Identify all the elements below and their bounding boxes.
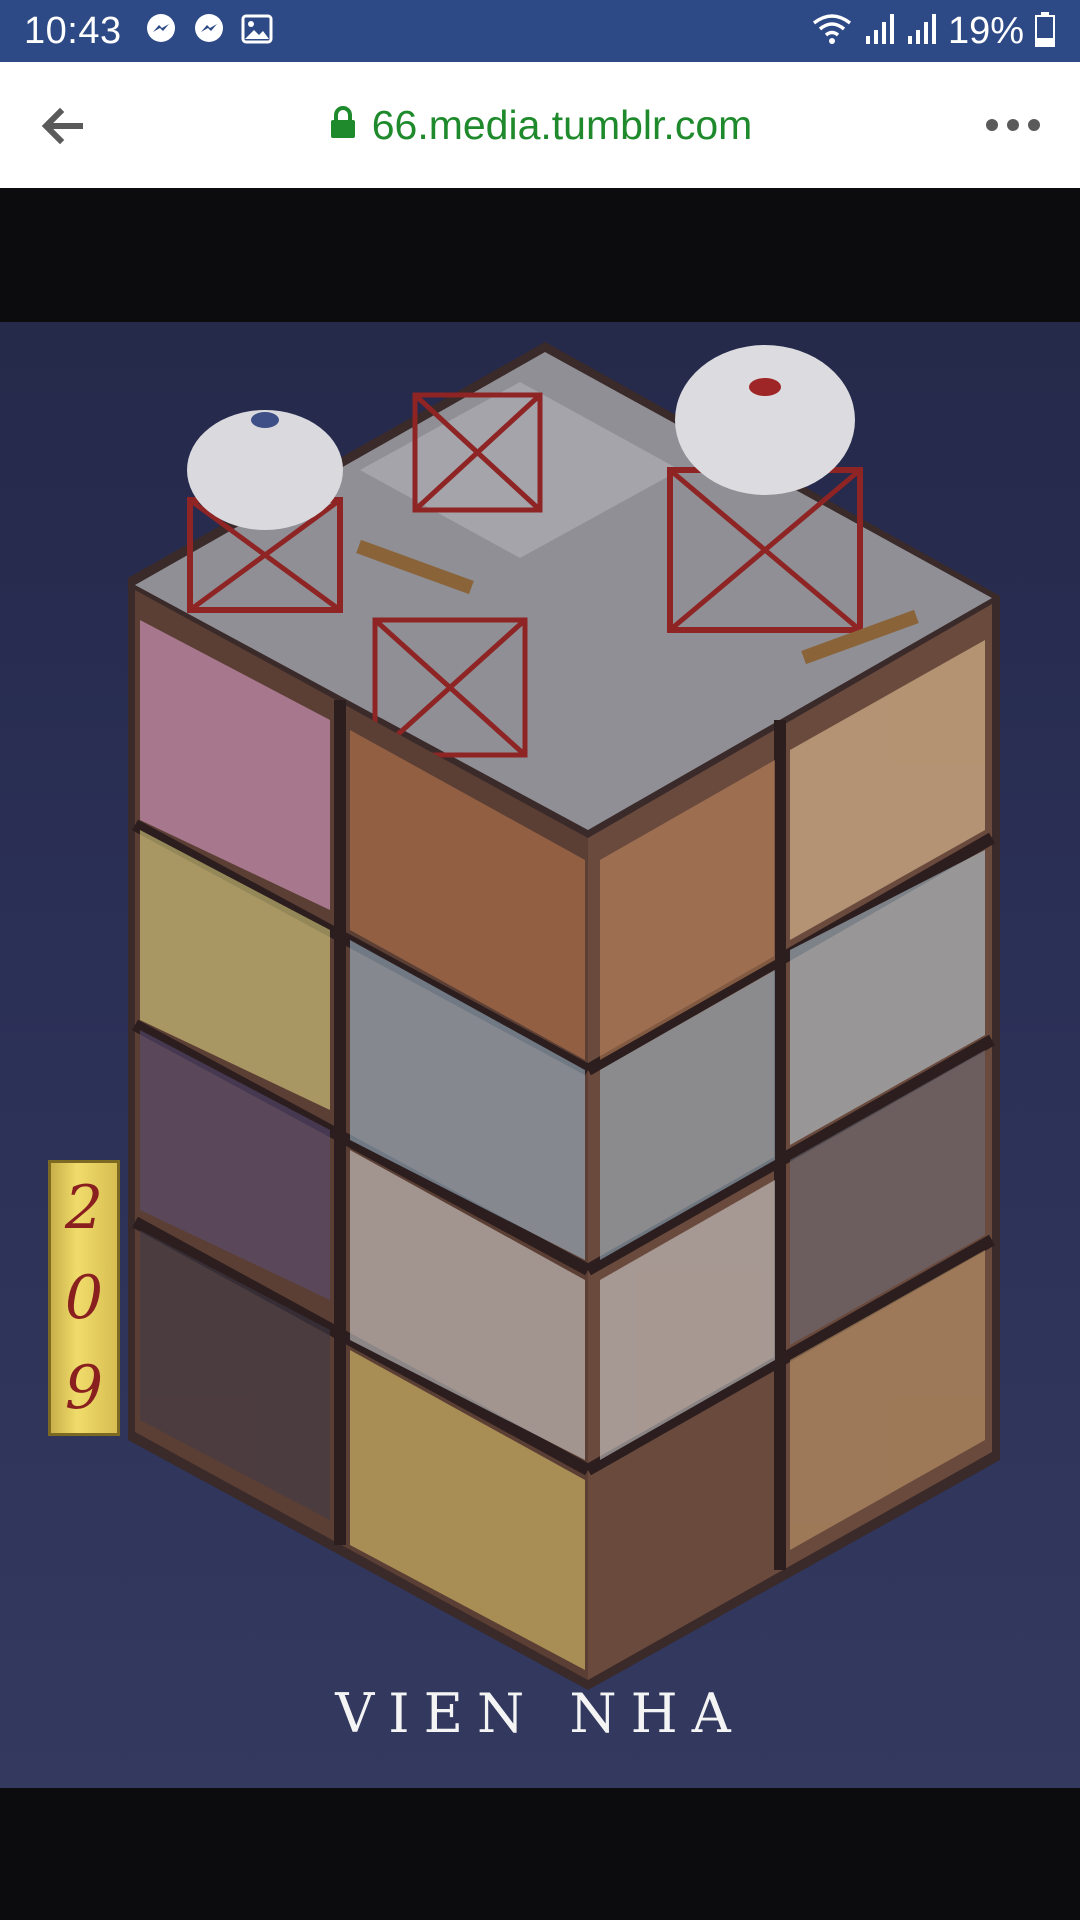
messenger-icon: [144, 12, 178, 51]
status-bar: 10:43 19%: [0, 0, 1080, 62]
signal-icon: [906, 12, 938, 51]
isometric-building-illustration: [128, 342, 1000, 1690]
browser-address-bar: 66.media.tumblr.com: [0, 62, 1080, 188]
system-icons: 19%: [810, 10, 1056, 53]
back-button[interactable]: [38, 102, 86, 150]
back-arrow-icon: [41, 107, 83, 145]
signal-icon: [864, 12, 896, 51]
artwork-caption: VIEN NHA: [335, 1682, 745, 1745]
battery-percent: 19%: [947, 9, 1024, 52]
url-text[interactable]: 66.media.tumblr.com: [372, 102, 753, 149]
more-options-button[interactable]: [982, 110, 1044, 140]
messenger-icon: [192, 12, 226, 51]
sign-digit: 0: [64, 1263, 104, 1333]
gallery-icon: [240, 12, 274, 51]
building-artwork[interactable]: 2 0 9: [0, 322, 1080, 1788]
wifi-icon: [810, 11, 854, 52]
notification-icons: [144, 12, 274, 51]
status-time: 10:43: [24, 9, 122, 52]
lock-icon: [328, 105, 358, 146]
sign-digit: 9: [64, 1353, 104, 1423]
image-letterbox-bottom: [0, 1788, 1080, 1920]
building-number-sign: 2 0 9: [48, 1160, 120, 1436]
more-options-icon: [986, 119, 1040, 131]
image-letterbox-top: [0, 188, 1080, 322]
battery-icon: [1034, 11, 1056, 52]
sign-digit: 2: [64, 1173, 104, 1243]
